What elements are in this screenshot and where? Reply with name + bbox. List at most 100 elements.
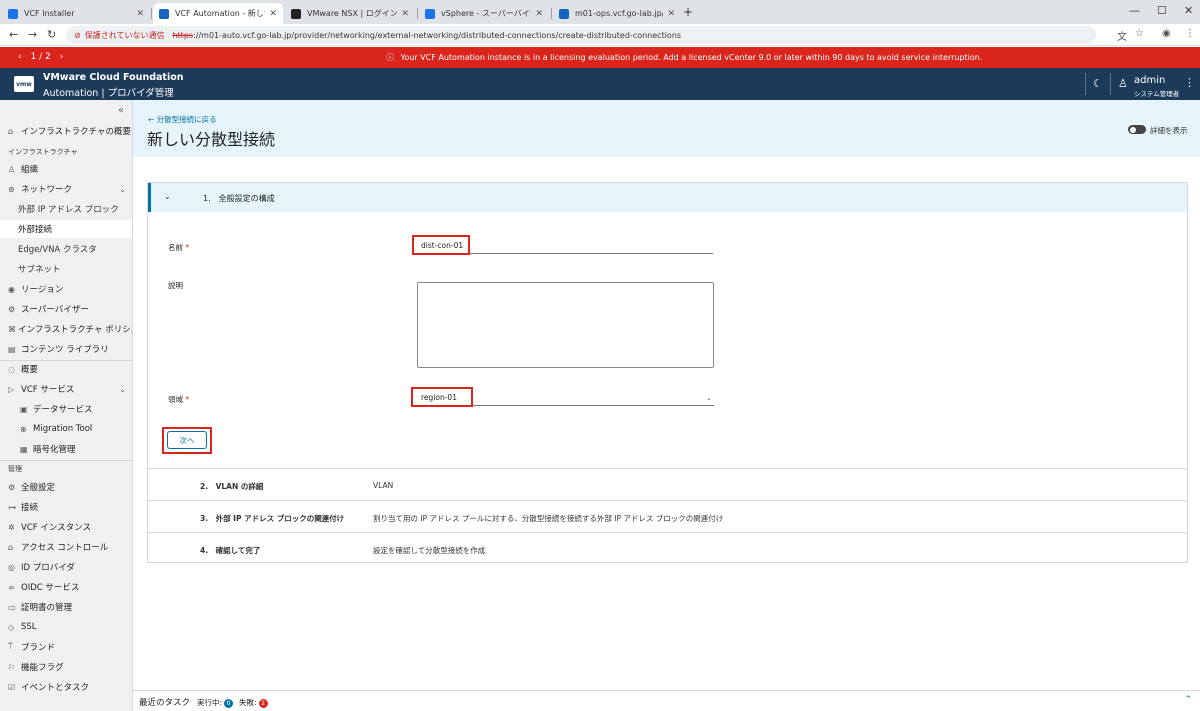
sidebar-item-label: データサービス [33,405,93,415]
maximize-icon[interactable]: ☐ [1157,4,1167,17]
sidebar-item-label: イベントとタスク [21,683,90,693]
sidebar-item-vcf-services[interactable]: ▷ VCF サービス ⌄ [0,380,132,398]
translate-icon[interactable]: 文 [1117,28,1127,43]
network-icon: ⊛ [8,184,15,194]
browser-tab[interactable]: m01-ops.vcf.go-lab.jp/ui/login ✕ [553,3,681,24]
sidebar-item-summary[interactable]: ◌ 概要 [0,360,132,378]
tab-close-icon[interactable]: ✕ [535,9,543,19]
name-label: 名前 * [168,243,190,252]
sidebar-item-label: 外部接続 [18,225,53,235]
recent-tasks-bar[interactable]: 最近のタスク 実行中: 0 失敗: 2 ⌃ [133,690,1200,711]
sidebar-item-overview[interactable]: ⌂ インフラストラクチャの概要 [0,122,132,140]
banner-page: 1 / 2 [30,52,51,62]
browser-tab-active[interactable]: VCF Automation - 新しい分散型 ✕ [153,3,283,24]
ops-favicon-icon [559,8,569,19]
next-banner-icon[interactable]: › [60,52,64,62]
sidebar-item-label: VCF サービス [21,385,75,395]
sidebar-item-ext-ip-blocks[interactable]: 外部 IP アドレス ブロック [0,200,132,218]
sidebar-item-label: ブランド [21,643,56,653]
profile-icon[interactable]: ◉ [1162,28,1171,39]
minimize-icon[interactable]: — [1129,4,1140,17]
sidebar-item-general-settings[interactable]: ⚙ 全般設定 [0,478,132,496]
next-button[interactable]: 次へ [167,431,207,449]
running-count-badge: 0 [224,699,234,708]
tab-title: vSphere - スーパーバイザー [441,9,531,18]
sidebar-item-network[interactable]: ⊛ ネットワーク ⌄ [0,180,132,198]
product-subtitle: Automation | プロバイダ管理 [43,88,174,99]
description-field[interactable] [417,282,714,368]
services-icon: ▷ [8,384,15,394]
tab-close-icon[interactable]: ✕ [401,9,409,19]
sidebar-item-connections[interactable]: ⊶ 接続 [0,498,132,516]
user-icon[interactable]: ♙ [1118,77,1128,90]
sidebar-item-events-tasks[interactable]: ☑ イベントとタスク [0,678,132,696]
sidebar-item-regions[interactable]: ◉ リージョン [0,280,132,298]
dark-mode-icon[interactable]: ☾ [1093,77,1103,90]
sidebar-item-label: 暗号化管理 [33,445,76,455]
banner-pager[interactable]: ‹ 1 / 2 › [18,52,63,62]
expand-up-icon[interactable]: ⌃ [1184,695,1192,705]
detail-toggle[interactable] [1128,125,1146,134]
sidebar-item-ext-connections[interactable]: 外部接続 [0,220,132,238]
tab-close-icon[interactable]: ✕ [667,9,675,19]
collapse-sidebar-icon[interactable]: « [118,105,124,116]
user-name[interactable]: admin [1134,75,1165,86]
sidebar-item-content-library[interactable]: ▤ コンテンツ ライブラリ [0,340,132,358]
sidebar-item-feature-flags[interactable]: ⚐ 機能フラグ [0,658,132,676]
sidebar-item-supervisor[interactable]: ⚙ スーパーバイザー [0,300,132,318]
flag-icon: ⚐ [8,662,16,672]
vcf-favicon-icon [159,8,169,19]
sidebar-item-infra-policy[interactable]: ⌘ インフラストラクチャ ポリシ... [0,320,132,338]
tab-close-icon[interactable]: ✕ [136,9,144,19]
chevron-down-icon: ⌄ [119,384,126,394]
sidebar-item-access-control[interactable]: ⌂ アクセス コントロール [0,538,132,556]
step-3-label: 3. 外部 IP アドレス ブロックの関連付け [200,514,345,523]
user-menu-icon[interactable]: ⋮ [1184,76,1195,89]
step-3-row[interactable]: 3. 外部 IP アドレス ブロックの関連付け 割り当て用の IP アドレス プ… [148,500,1187,532]
tab-close-icon[interactable]: ✕ [269,9,277,19]
sidebar-item-subnets[interactable]: サブネット [0,260,132,278]
sidebar-item-vcf-instances[interactable]: ✲ VCF インスタンス [0,518,132,536]
forward-arrow-icon[interactable]: → [28,28,37,41]
reload-icon[interactable]: ↻ [47,28,56,41]
browser-tab[interactable]: VMware NSX | ログイン ✕ [285,3,415,24]
new-tab-icon[interactable]: + [683,5,693,19]
policy-icon: ⌘ [8,324,16,334]
browser-tab[interactable]: VCF Installer ✕ [2,3,150,24]
sidebar-item-cert-mgmt[interactable]: ▭ 証明書の管理 [0,598,132,616]
sidebar-item-branding[interactable]: ⍑ ブランド [0,638,132,656]
sidebar-item-data-services[interactable]: ▣ データサービス [0,400,132,418]
vmware-logo: vmw [14,76,34,92]
address-bar[interactable]: ⊘ 保護されていない通信 https ://m01-auto.vcf.go-la… [66,26,1096,44]
url-scheme: https [172,30,194,40]
sidebar-item-org[interactable]: ♙ 組織 [0,160,132,178]
step-4-desc: 設定を確認して分散型接続を作成 [373,546,486,555]
banner-message: ⓘ Your VCF Automation instance is in a l… [386,52,982,63]
sidebar: « ⌂ インフラストラクチャの概要 インフラストラクチャ ♙ 組織 ⊛ ネットワーク ⌄… [0,100,133,711]
bookmark-star-icon[interactable]: ☆ [1135,28,1144,39]
browser-tab[interactable]: vSphere - スーパーバイザー ✕ [419,3,549,24]
step-1-header[interactable]: ⌄ 1. 全般設定の構成 [148,183,1187,212]
sidebar-item-oidc[interactable]: ∞ OIDC サービス [0,578,132,596]
sidebar-item-ssl[interactable]: ◇ SSL [0,618,132,636]
sidebar-item-label: VCF インスタンス [21,523,92,533]
library-icon: ▤ [8,344,16,354]
sidebar-item-encryption[interactable]: ▦ 暗号化管理 [0,440,132,458]
banner-text: Your VCF Automation instance is in a lic… [400,53,983,62]
back-link[interactable]: ← 分散型接続に戻る [148,114,217,125]
menu-dots-icon[interactable]: ⋮ [1185,28,1195,39]
sidebar-item-id-providers[interactable]: ◎ ID プロバイダ [0,558,132,576]
prev-banner-icon[interactable]: ‹ [18,52,22,62]
sidebar-item-migration-tool[interactable]: ⊕ Migration Tool [0,420,132,438]
sidebar-item-edge-vna[interactable]: Edge/VNA クラスタ [0,240,132,258]
close-window-icon[interactable]: ✕ [1184,4,1193,17]
step-2-row[interactable]: 2. VLAN の詳細 VLAN [148,468,1187,500]
highlight-box [412,235,470,255]
back-arrow-icon[interactable]: ← [9,28,18,41]
chevron-down-icon: ⌄ [164,192,171,201]
sidebar-item-label: コンテンツ ライブラリ [21,345,109,355]
shield-icon: ◇ [8,622,15,632]
step-4-row[interactable]: 4. 確認して完了 設定を確認して分散型接続を作成 [148,532,1187,564]
highlight-box [411,387,473,407]
home-icon: ⌂ [8,126,14,136]
